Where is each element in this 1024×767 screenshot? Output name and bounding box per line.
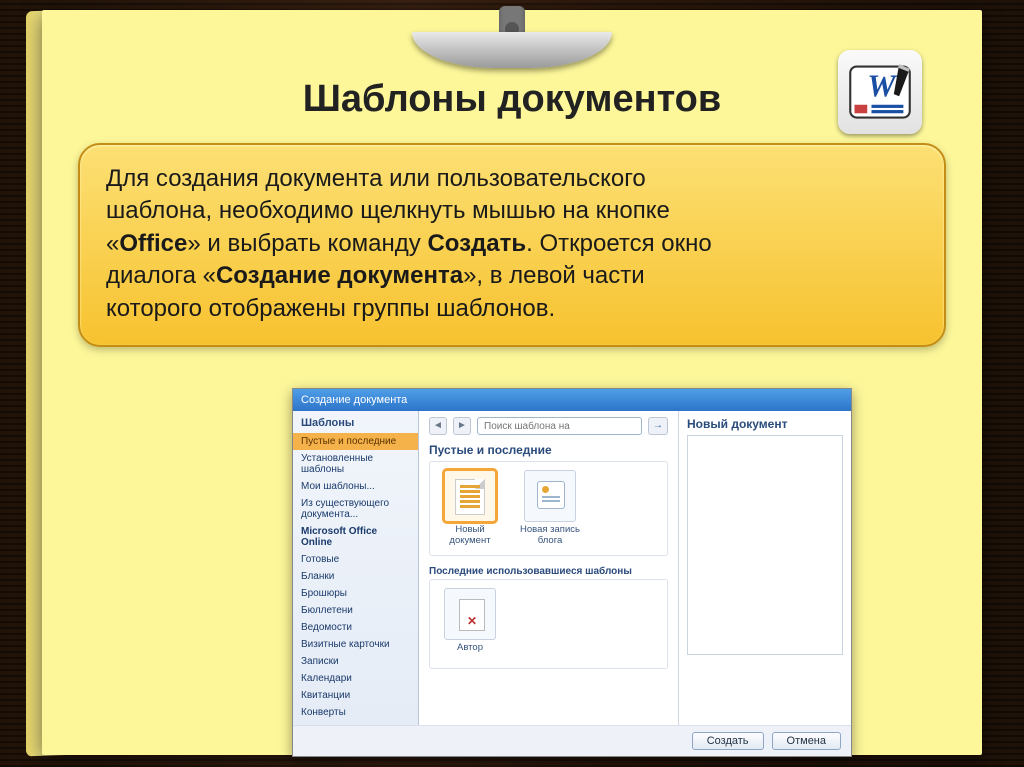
- sidebar-item[interactable]: Брошюры: [293, 585, 418, 602]
- note-line: шаблона, необходимо щелкнуть мышью на кн…: [106, 195, 918, 227]
- sidebar-item[interactable]: Microsoft Office Online: [293, 523, 418, 551]
- sidebar-item[interactable]: Бюллетени: [293, 602, 418, 619]
- section-heading: Последние использовавшиеся шаблоны: [429, 564, 668, 579]
- description-box: Для создания документа или пользовательс…: [78, 143, 946, 347]
- dialog-sidebar: Шаблоны Пустые и последние Установленные…: [293, 411, 419, 725]
- sidebar-item[interactable]: Конверты: [293, 704, 418, 721]
- template-thumb-new-blog-post[interactable]: Новая запись блога: [518, 470, 582, 547]
- nav-forward-button[interactable]: ►: [453, 417, 471, 435]
- template-thumb-recent[interactable]: Автор: [438, 588, 502, 660]
- preview-area: [687, 435, 843, 655]
- sidebar-item[interactable]: Ведомости: [293, 619, 418, 636]
- sidebar-item[interactable]: Квитанции: [293, 687, 418, 704]
- preview-heading: Новый документ: [687, 417, 843, 435]
- note-line: которого отображены группы шаблонов.: [106, 293, 918, 325]
- sidebar-item[interactable]: Бланки: [293, 568, 418, 585]
- dialog-center-pane: ◄ ► → Пустые и последние Новый документ …: [419, 411, 679, 725]
- sidebar-item[interactable]: Календари: [293, 670, 418, 687]
- word-app-icon: W: [838, 50, 922, 134]
- nav-back-button[interactable]: ◄: [429, 417, 447, 435]
- svg-text:W: W: [867, 68, 898, 103]
- note-line: Для создания документа или пользовательс…: [106, 163, 918, 195]
- sidebar-item[interactable]: Из существующего документа...: [293, 495, 418, 523]
- note-line: «Office» и выбрать команду Создать. Откр…: [106, 228, 918, 260]
- template-search-input[interactable]: [477, 417, 642, 435]
- cancel-button[interactable]: Отмена: [772, 732, 841, 750]
- sidebar-heading: Шаблоны: [293, 415, 418, 433]
- sidebar-item[interactable]: Мои шаблоны...: [293, 478, 418, 495]
- section-heading: Пустые и последние: [429, 441, 668, 461]
- template-thumb-new-document[interactable]: Новый документ: [438, 470, 502, 547]
- sidebar-item[interactable]: Установленные шаблоны: [293, 450, 418, 478]
- sidebar-item[interactable]: Пустые и последние: [293, 433, 418, 450]
- binder-clip: [412, 6, 612, 76]
- sidebar-item[interactable]: Записки: [293, 653, 418, 670]
- clipboard-sheet: W Шаблоны документов Для создания докуме…: [42, 10, 982, 755]
- dialog-preview-pane: Новый документ: [679, 411, 851, 725]
- search-go-button[interactable]: →: [648, 417, 668, 435]
- new-document-dialog: Создание документа Шаблоны Пустые и посл…: [292, 388, 852, 757]
- create-button[interactable]: Создать: [692, 732, 764, 750]
- dialog-titlebar: Создание документа: [293, 389, 851, 411]
- sidebar-item[interactable]: Готовые: [293, 551, 418, 568]
- sidebar-item[interactable]: Визитные карточки: [293, 636, 418, 653]
- note-line: диалога «Создание документа», в левой ча…: [106, 260, 918, 292]
